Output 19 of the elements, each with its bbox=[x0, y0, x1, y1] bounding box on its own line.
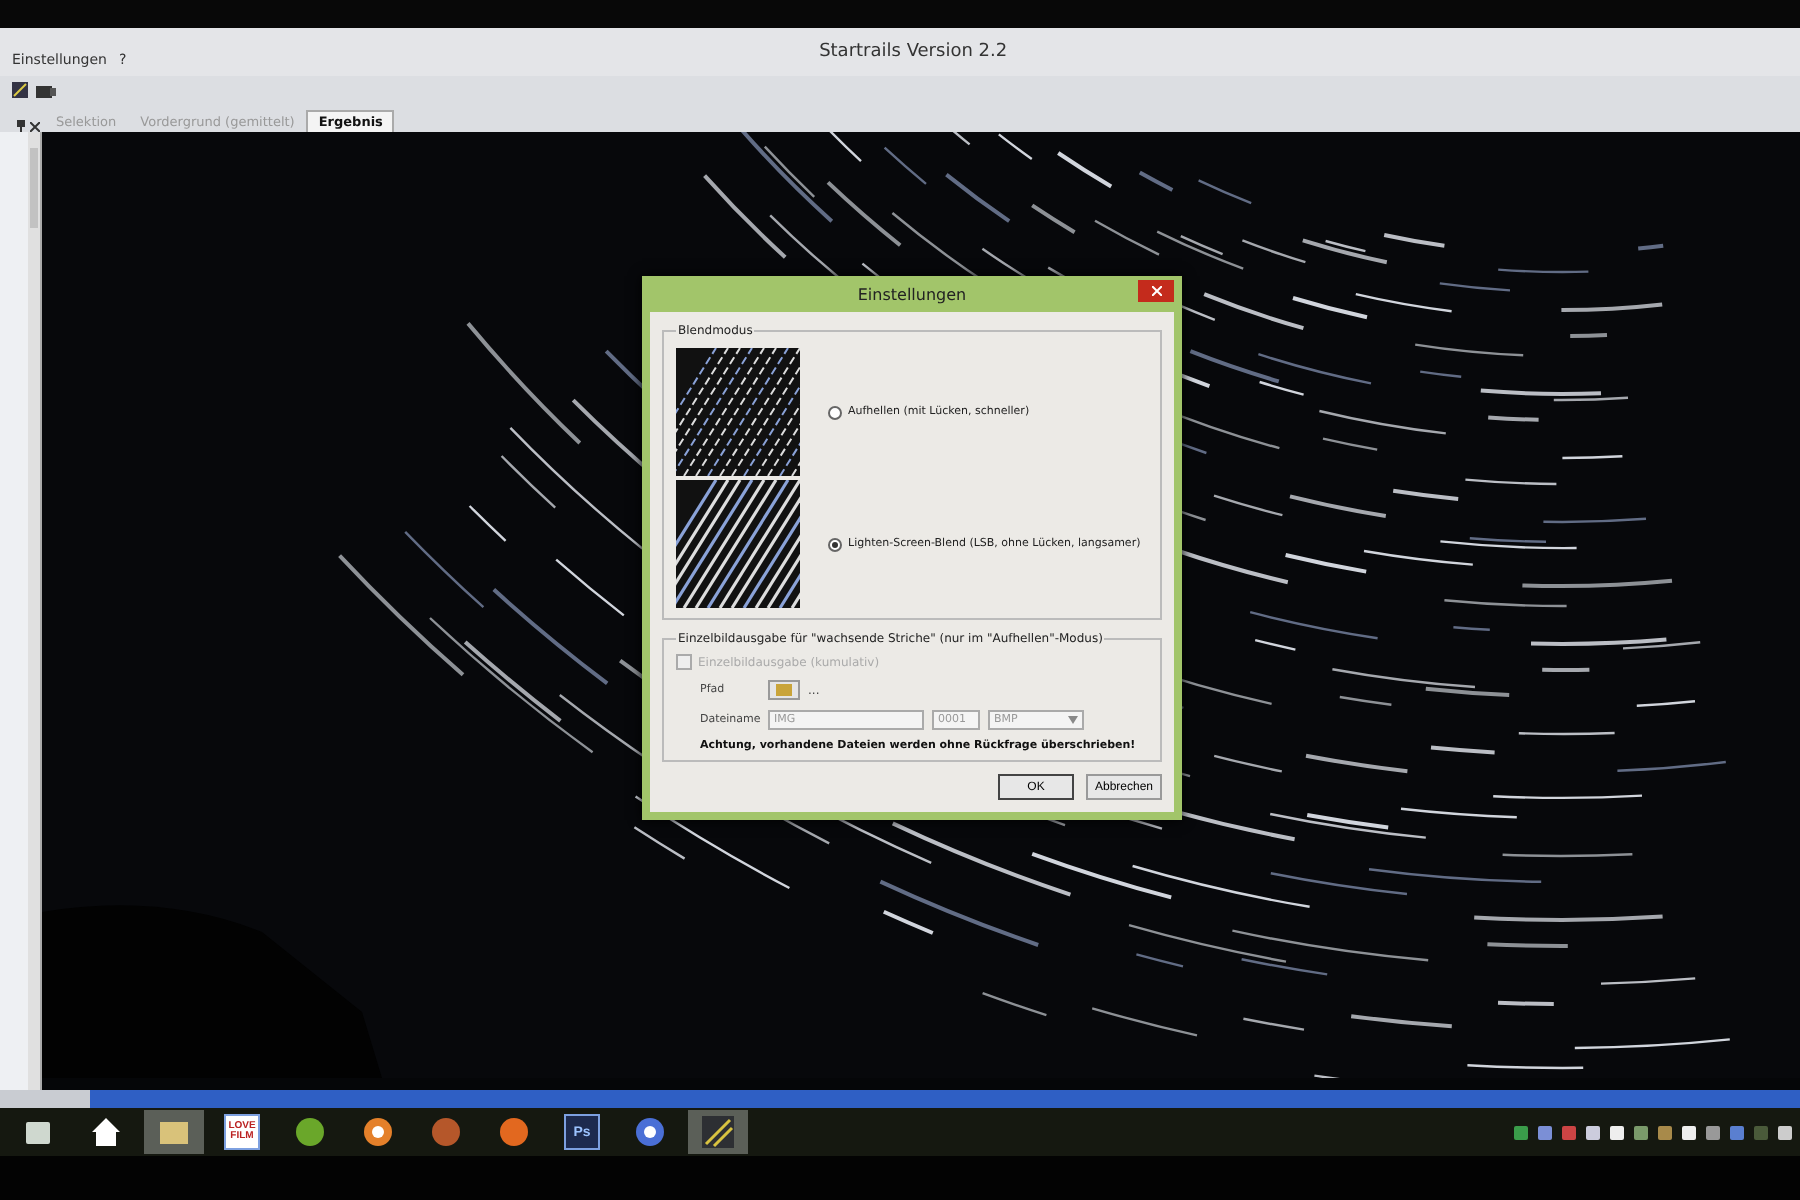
preview-thumbnail bbox=[676, 480, 800, 608]
preview-thumbnail bbox=[676, 348, 800, 476]
scrollbar[interactable] bbox=[28, 132, 40, 1090]
taskbar-button[interactable] bbox=[688, 1110, 748, 1154]
star-trails-app-icon bbox=[702, 1116, 734, 1148]
camera-icon[interactable] bbox=[36, 83, 56, 97]
close-icon bbox=[1151, 286, 1161, 296]
ring-icon bbox=[362, 1116, 394, 1148]
home-icon bbox=[90, 1116, 122, 1148]
window-title: Startrails Version 2.2 bbox=[817, 42, 1010, 62]
dialog-title: Einstellungen bbox=[857, 285, 967, 303]
folder-icon bbox=[776, 684, 792, 696]
close-icon[interactable] bbox=[30, 121, 40, 131]
caret-icon bbox=[1068, 716, 1078, 724]
image-tool-icon[interactable] bbox=[12, 82, 28, 98]
pin-icon[interactable] bbox=[16, 120, 26, 132]
folder-icon bbox=[158, 1116, 190, 1148]
close-button[interactable] bbox=[1138, 280, 1174, 302]
store-icon bbox=[22, 1116, 54, 1148]
